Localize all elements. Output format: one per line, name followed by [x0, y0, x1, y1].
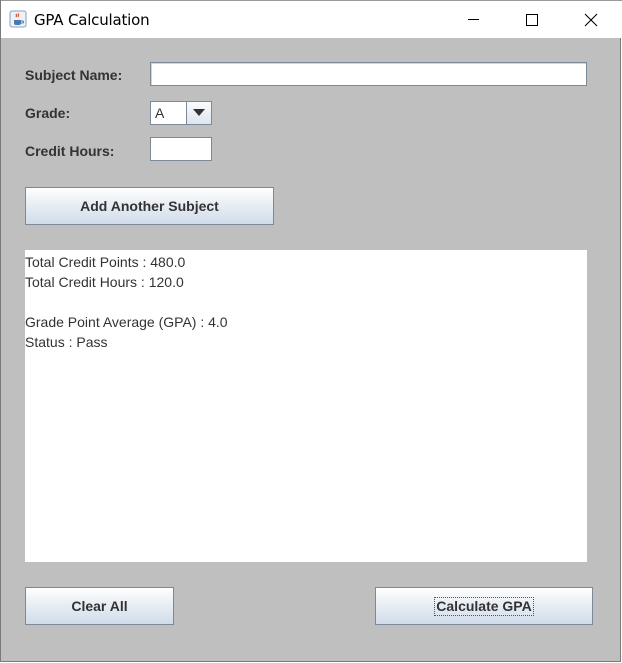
result-line: Status : Pass [25, 334, 108, 350]
grade-selected-value: A [155, 105, 165, 121]
result-line: Total Credit Points : 480.0 [25, 254, 186, 270]
app-window: GPA Calculation Subject Name: Grade: A C… [0, 0, 622, 662]
subject-name-input[interactable] [150, 62, 587, 86]
clear-all-button[interactable]: Clear All [25, 587, 174, 625]
close-button[interactable] [564, 1, 622, 38]
minimize-icon [468, 19, 479, 20]
grade-dropdown-button[interactable] [186, 102, 211, 124]
close-icon [584, 13, 598, 27]
credit-hours-label: Credit Hours: [25, 143, 115, 159]
java-coffee-icon[interactable] [9, 10, 27, 28]
add-subject-button[interactable]: Add Another Subject [25, 187, 274, 225]
maximize-icon [526, 14, 538, 26]
grade-label: Grade: [25, 105, 71, 121]
results-text-area[interactable]: Total Credit Points : 480.0 Total Credit… [25, 250, 587, 562]
result-line: Grade Point Average (GPA) : 4.0 [25, 314, 228, 330]
chevron-down-icon [193, 109, 205, 116]
calculate-gpa-button[interactable]: Calculate GPA [375, 587, 593, 625]
title-bar[interactable]: GPA Calculation [1, 0, 622, 38]
calculate-gpa-label: Calculate GPA [434, 597, 534, 616]
grade-select[interactable]: A [150, 101, 212, 125]
minimize-button[interactable] [447, 1, 505, 38]
window-title: GPA Calculation [34, 11, 150, 29]
main-panel: Subject Name: Grade: A Credit Hours: Add… [1, 38, 622, 662]
result-line: Total Credit Hours : 120.0 [25, 274, 184, 290]
result-line [25, 292, 587, 312]
credit-hours-input[interactable] [150, 137, 212, 161]
subject-name-label: Subject Name: [25, 67, 123, 83]
maximize-button[interactable] [505, 1, 563, 38]
